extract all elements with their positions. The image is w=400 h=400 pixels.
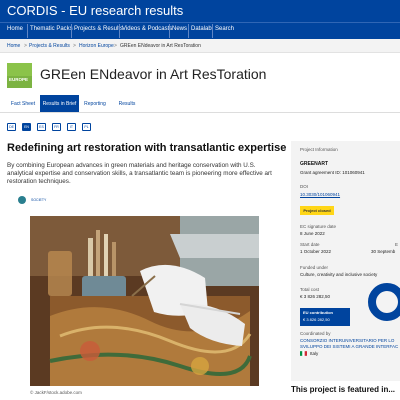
ec-signature-value: 8 June 2022	[300, 231, 325, 236]
breadcrumb-separator: >	[24, 43, 27, 49]
doi-link[interactable]: 10.3030/101060941	[300, 192, 340, 197]
doi-label: DOI	[300, 184, 309, 189]
project-title: GREen ENdeavor in Art ResToration	[40, 66, 267, 82]
language-es[interactable]: ES	[37, 123, 46, 131]
funded-under-label: Funded under	[300, 265, 329, 270]
tab-fact-sheet[interactable]: Fact Sheet	[7, 95, 39, 112]
breadcrumb-current: GREen ENdeavor in Art ResToration	[120, 43, 201, 49]
nav-divider	[71, 24, 72, 38]
main-navigation: Home Thematic Packs Projects & Results V…	[0, 22, 400, 39]
end-date-value: 30 Septemb	[371, 249, 396, 254]
italy-flag-icon	[300, 351, 307, 356]
tab-results[interactable]: Results	[113, 95, 141, 112]
tab-reporting[interactable]: Reporting	[80, 95, 110, 112]
restoration-photo-illustration	[30, 216, 259, 386]
nav-search[interactable]: Search	[215, 26, 234, 32]
breadcrumb-separator: >	[73, 43, 76, 49]
site-header: CORDIS - EU research results	[0, 0, 400, 22]
article-lead: By combining European advances in green …	[7, 162, 272, 185]
breadcrumb-horizon-europe[interactable]: Horizon Europe	[79, 43, 114, 49]
panel-heading: Project Information	[300, 147, 338, 152]
start-date-label: Start date	[300, 242, 320, 247]
ec-signature-label: EC signature date	[300, 224, 337, 229]
eu-contribution-value: € 3 826 282,50	[303, 317, 330, 322]
tag-label: SOCIETY	[31, 198, 47, 202]
grant-agreement-id: Grant agreement ID: 101060941	[300, 170, 365, 175]
logo-band	[7, 63, 32, 76]
project-acronym[interactable]: GREENART	[300, 161, 328, 167]
eu-contribution-label: EU contribution	[303, 310, 333, 315]
project-tabs: Fact Sheet Results in Brief Reporting Re…	[0, 95, 400, 113]
language-pl[interactable]: PL	[82, 123, 91, 131]
coordinator-line-2[interactable]: SVILUPPO DEI SISTEMI A GRANDE INTERFAC	[300, 344, 398, 349]
horizon-europe-logo: EUROPE	[7, 63, 32, 88]
site-title[interactable]: CORDIS - EU research results	[7, 3, 183, 18]
language-en[interactable]: EN	[22, 123, 31, 131]
nav-news[interactable]: News	[172, 26, 187, 32]
society-icon	[18, 196, 26, 204]
nav-divider	[212, 24, 213, 38]
nav-divider	[188, 24, 189, 38]
breadcrumb-separator: >	[114, 43, 117, 49]
end-date-label: E	[395, 242, 399, 247]
start-date-value: 1 October 2022	[300, 249, 332, 254]
breadcrumb-home[interactable]: Home	[7, 43, 20, 49]
project-status-badge: Project closed	[300, 206, 334, 215]
language-fr[interactable]: FR	[52, 123, 61, 131]
total-cost-value: € 3 826 282,50	[300, 294, 331, 299]
language-it[interactable]: IT	[67, 123, 76, 131]
nav-divider	[169, 24, 170, 38]
breadcrumb: Home > Projects & Results > Horizon Euro…	[0, 39, 400, 53]
project-information-panel: Project Information GREENART Grant agree…	[291, 141, 400, 381]
nav-home[interactable]: Home	[7, 26, 23, 32]
nav-divider	[119, 24, 120, 38]
funded-under-value: Culture, creativity and inclusive societ…	[300, 272, 378, 277]
coordinator-country: Italy	[310, 351, 319, 356]
eu-contribution-box: EU contribution € 3 826 282,50	[300, 308, 350, 326]
total-cost-label: Total cost	[300, 287, 320, 292]
nav-videos-podcasts[interactable]: Videos & Podcasts	[122, 26, 172, 32]
nav-thematic-packs[interactable]: Thematic Packs	[30, 26, 73, 32]
language-de[interactable]: DE	[7, 123, 16, 131]
coordinator-line-1[interactable]: CONSORZIO INTERUNIVERSITARIO PER LO	[300, 338, 394, 343]
nav-divider	[27, 24, 28, 38]
breadcrumb-projects-results[interactable]: Projects & Results	[29, 43, 70, 49]
article-title: Redefining art restoration with transatl…	[7, 142, 287, 154]
image-credit: © JackF/stock.adobe.com	[30, 390, 82, 395]
nav-datalab[interactable]: Datalab	[191, 26, 212, 32]
featured-in-heading: This project is featured in...	[291, 385, 396, 394]
tab-results-in-brief[interactable]: Results in Brief	[40, 95, 79, 112]
funding-donut-chart	[368, 283, 400, 321]
article-image	[30, 216, 259, 386]
coordinated-by-label: Coordinated by	[300, 331, 331, 336]
donut-fill	[368, 283, 400, 321]
logo-text: EUROPE	[9, 77, 29, 82]
nav-projects-results[interactable]: Projects & Results	[74, 26, 123, 32]
